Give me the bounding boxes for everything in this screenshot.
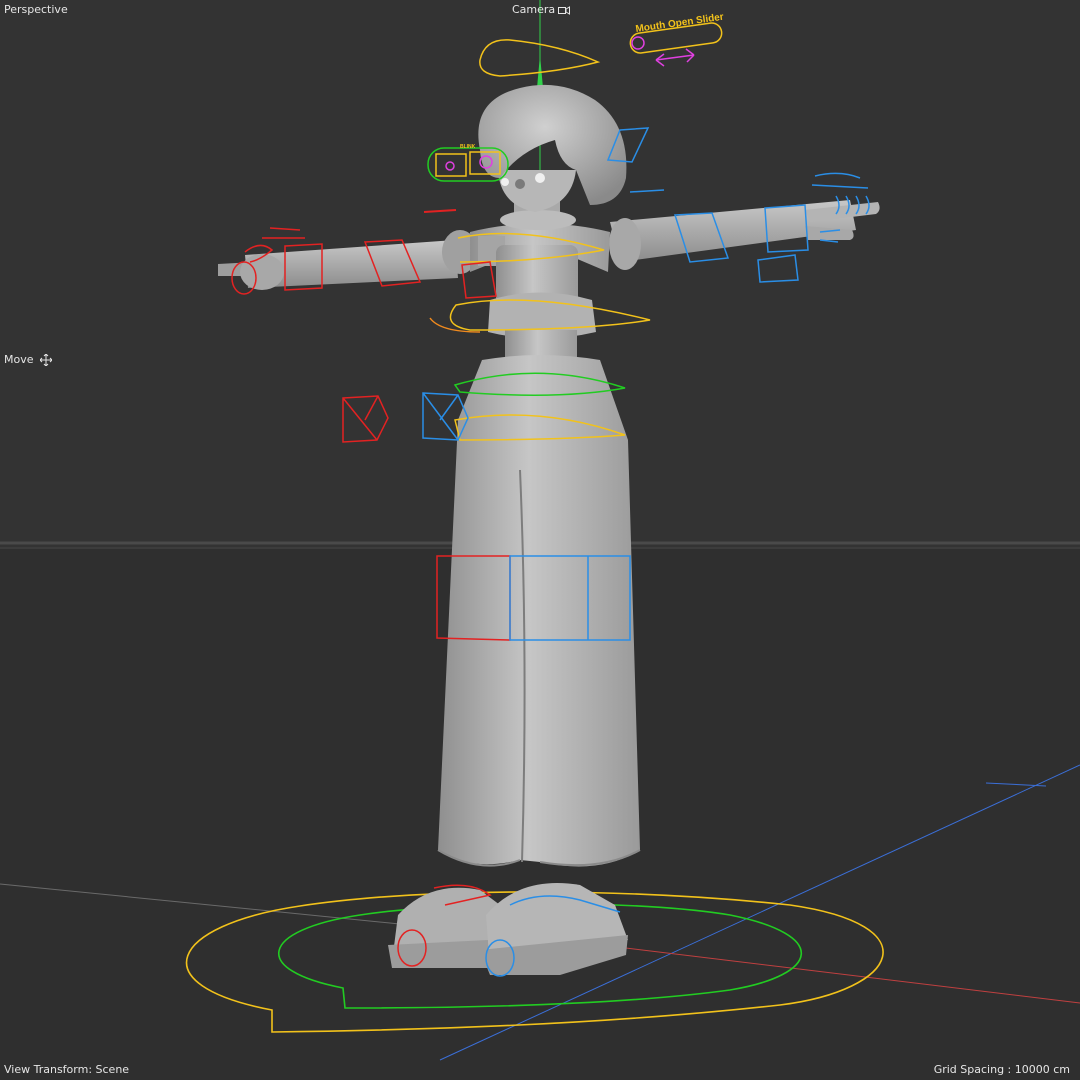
blink-label: BLINK: [460, 144, 476, 150]
3d-viewport[interactable]: Mouth Open Slider BLINK: [0, 0, 1080, 1080]
move-icon: [39, 353, 52, 366]
grid-spacing-label: Grid Spacing : 10000 cm: [933, 1063, 1070, 1076]
active-tool[interactable]: Move: [4, 353, 52, 366]
tool-label: Move: [4, 353, 34, 366]
camera-label: Camera: [512, 3, 556, 16]
view-name-label[interactable]: Perspective: [4, 3, 68, 16]
camera-icon[interactable]: [558, 5, 571, 15]
camera-menu[interactable]: Camera: [512, 3, 571, 16]
mouth-slider-label: Mouth Open Slider: [635, 12, 725, 35]
view-transform-label: View Transform: Scene: [4, 1063, 130, 1076]
